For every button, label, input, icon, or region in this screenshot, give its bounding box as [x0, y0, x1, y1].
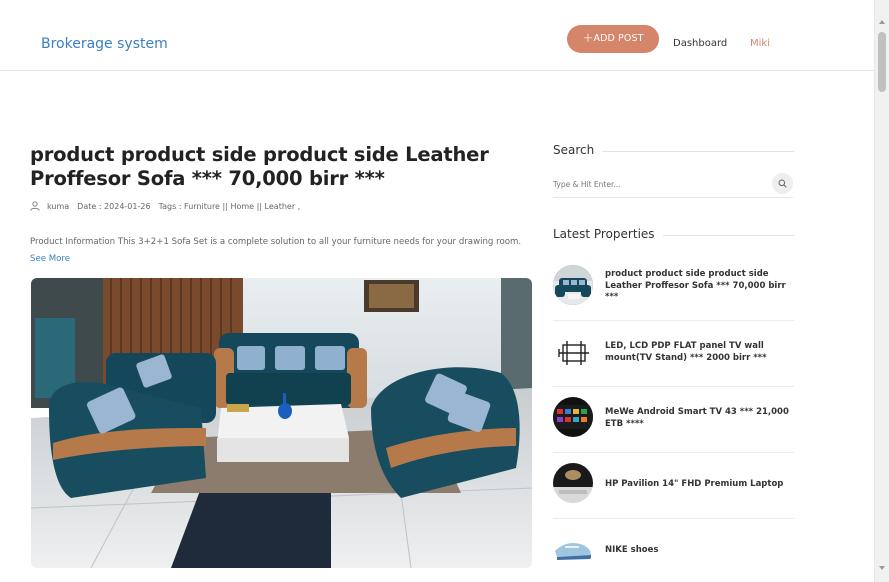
sofa-thumb: [553, 265, 593, 305]
top-header: Brokerage system +ADD POST Dashboard Mik…: [0, 0, 874, 71]
tv-mount-thumb: [553, 333, 593, 373]
post-meta: kuma Date : 2024-01-26 Tags : Furniture …: [30, 201, 308, 211]
user-icon: [30, 201, 40, 211]
post-tags[interactable]: Tags : Furniture || Home || Leather ,: [159, 202, 301, 211]
sofa-room-photo: [31, 278, 532, 568]
plus-icon: +: [582, 31, 594, 46]
property-title[interactable]: NIKE shoes: [605, 545, 793, 557]
nav-dashboard-link[interactable]: Dashboard: [673, 38, 727, 49]
laptop-thumb: [553, 463, 593, 503]
property-item[interactable]: LED, LCD PDP FLAT panel TV wall mount(TV…: [553, 321, 794, 387]
post-excerpt-text: Product Information This 3+2+1 Sofa Set …: [30, 237, 522, 247]
scroll-thumb[interactable]: [878, 32, 886, 92]
property-item[interactable]: product product side product side Leathe…: [553, 255, 794, 321]
search-icon: [778, 179, 787, 188]
search-heading: Search: [553, 143, 603, 157]
property-title[interactable]: MeWe Android Smart TV 43 *** 21,000 ETB …: [605, 407, 793, 430]
brand-logo-text[interactable]: Brokerage system: [41, 36, 168, 52]
post-hero-image: [31, 278, 532, 568]
property-title[interactable]: HP Pavilion 14" FHD Premium Laptop: [605, 479, 793, 491]
page-scrollbar[interactable]: [874, 0, 889, 582]
shoes-thumb: [553, 529, 593, 569]
add-post-label: ADD POST: [593, 33, 644, 44]
scroll-down-icon[interactable]: [879, 566, 885, 570]
nav-user-link[interactable]: Miki: [750, 38, 770, 49]
see-more-link[interactable]: See More: [30, 254, 70, 264]
post-excerpt: Product Information This 3+2+1 Sofa Set …: [30, 234, 530, 267]
search-button[interactable]: [772, 173, 793, 194]
post-author[interactable]: kuma: [47, 202, 69, 211]
smart-tv-thumb: [553, 397, 593, 437]
latest-properties-heading: Latest Properties: [553, 227, 663, 241]
post-title: product product side product side Leathe…: [30, 143, 489, 190]
property-item[interactable]: HP Pavilion 14" FHD Premium Laptop: [553, 453, 794, 519]
property-title[interactable]: product product side product side Leathe…: [605, 269, 793, 304]
search-input[interactable]: [553, 172, 753, 196]
property-title[interactable]: LED, LCD PDP FLAT panel TV wall mount(TV…: [605, 341, 793, 364]
property-item[interactable]: NIKE shoes: [553, 519, 794, 582]
post-date: Date : 2024-01-26: [77, 201, 151, 211]
scroll-up-icon[interactable]: [879, 20, 885, 24]
add-post-button[interactable]: +ADD POST: [567, 25, 659, 53]
search-field[interactable]: [553, 172, 793, 198]
property-item[interactable]: MeWe Android Smart TV 43 *** 21,000 ETB …: [553, 387, 794, 453]
